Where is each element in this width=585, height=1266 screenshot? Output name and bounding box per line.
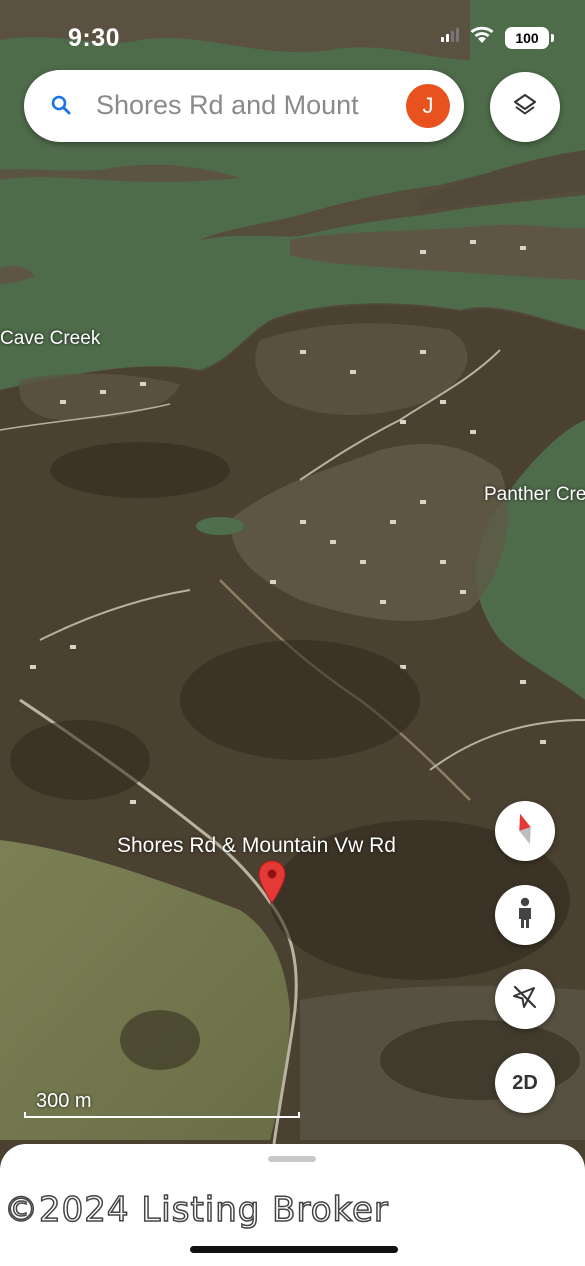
compass-icon	[514, 812, 536, 851]
scale-label: 300 m	[36, 1090, 92, 1112]
status-time: 9:30	[68, 24, 121, 52]
search-icon[interactable]	[50, 94, 72, 116]
scale-bar: 300 m	[24, 1088, 300, 1118]
street-view-button[interactable]	[495, 885, 555, 945]
signal-icon	[441, 28, 459, 47]
search-input[interactable]: Shores Rd and Mount	[96, 90, 396, 121]
search-bar[interactable]: Shores Rd and Mount J	[24, 70, 464, 142]
status-bar: 9:30 100	[0, 0, 585, 70]
wifi-icon	[469, 26, 495, 49]
location-off-icon	[511, 983, 539, 1016]
view-mode-2d-button[interactable]: 2D	[495, 1053, 555, 1113]
location-pin-icon[interactable]	[258, 860, 286, 904]
battery-icon: 100	[505, 26, 554, 49]
compass-button[interactable]	[495, 801, 555, 861]
map-label-cave-creek[interactable]: Cave Creek	[0, 328, 100, 350]
avatar[interactable]: J	[406, 84, 450, 128]
my-location-button[interactable]	[495, 969, 555, 1029]
pond	[196, 517, 244, 535]
layers-button[interactable]	[490, 72, 560, 142]
status-icons: 100	[441, 26, 554, 49]
home-indicator[interactable]	[190, 1246, 398, 1253]
map-label-panther-creek[interactable]: Panther Cre	[484, 484, 585, 506]
pin-label[interactable]: Shores Rd & Mountain Vw Rd	[117, 834, 396, 858]
layers-icon	[512, 92, 538, 123]
pegman-icon	[515, 897, 535, 934]
sheet-drag-handle[interactable]	[268, 1156, 316, 1162]
listing-watermark: ©2024 Listing Broker	[3, 1189, 389, 1231]
scale-line	[24, 1112, 300, 1118]
